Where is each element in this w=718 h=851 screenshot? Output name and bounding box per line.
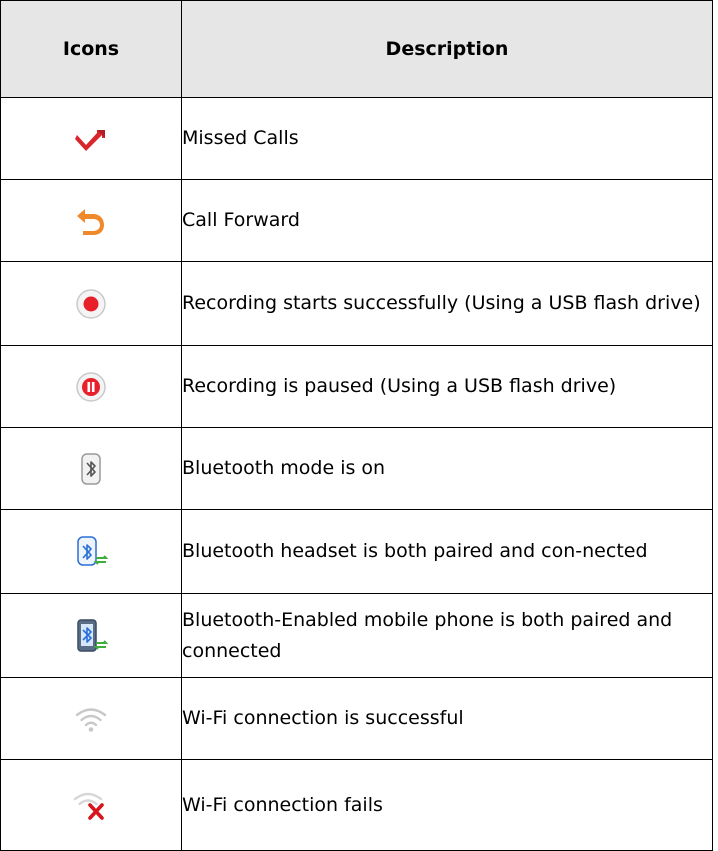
description-cell: Bluetooth headset is both paired and con…: [181, 509, 713, 594]
missed-calls-icon: [73, 121, 109, 157]
call-forward-icon: [73, 203, 109, 239]
description-cell: Missed Calls: [181, 97, 713, 180]
wifi-failed-icon: [73, 787, 109, 823]
bluetooth-headset-connected-icon: [73, 534, 109, 570]
icon-cell: [0, 677, 182, 760]
description-cell: Bluetooth-Enabled mobile phone is both p…: [181, 593, 713, 678]
table-header-row: Icons Description: [0, 0, 713, 98]
description-cell: Recording starts successfully (Using a U…: [181, 261, 713, 346]
recording-paused-icon: [73, 369, 109, 405]
description-cell: Wi-Fi connection is successful: [181, 677, 713, 760]
icon-cell: [0, 179, 182, 262]
table-row: Wi-Fi connection fails: [0, 759, 713, 851]
icon-cell: [0, 427, 182, 510]
bluetooth-mobile-connected-icon: [73, 618, 109, 654]
icon-cell: [0, 345, 182, 428]
table-row: Missed Calls: [0, 97, 713, 180]
wifi-icon: [73, 701, 109, 737]
table-row: Bluetooth headset is both paired and con…: [0, 509, 713, 594]
recording-icon: [73, 286, 109, 322]
table-row: Recording starts successfully (Using a U…: [0, 261, 713, 346]
description-cell: Wi-Fi connection fails: [181, 759, 713, 851]
icon-cell: [0, 261, 182, 346]
header-icons: Icons: [0, 0, 182, 98]
icon-cell: [0, 97, 182, 180]
icon-description-table: Icons Description Missed Calls Call Forw…: [0, 0, 713, 851]
table-row: Wi-Fi connection is successful: [0, 677, 713, 760]
icon-cell: [0, 759, 182, 851]
table-row: Recording is paused (Using a USB flash d…: [0, 345, 713, 428]
description-cell: Call Forward: [181, 179, 713, 262]
description-cell: Recording is paused (Using a USB flash d…: [181, 345, 713, 428]
description-cell: Bluetooth mode is on: [181, 427, 713, 510]
icon-cell: [0, 593, 182, 678]
icon-cell: [0, 509, 182, 594]
table-row: Bluetooth mode is on: [0, 427, 713, 510]
header-description: Description: [181, 0, 713, 98]
table-row: Bluetooth-Enabled mobile phone is both p…: [0, 593, 713, 678]
table-row: Call Forward: [0, 179, 713, 262]
bluetooth-icon: [73, 451, 109, 487]
